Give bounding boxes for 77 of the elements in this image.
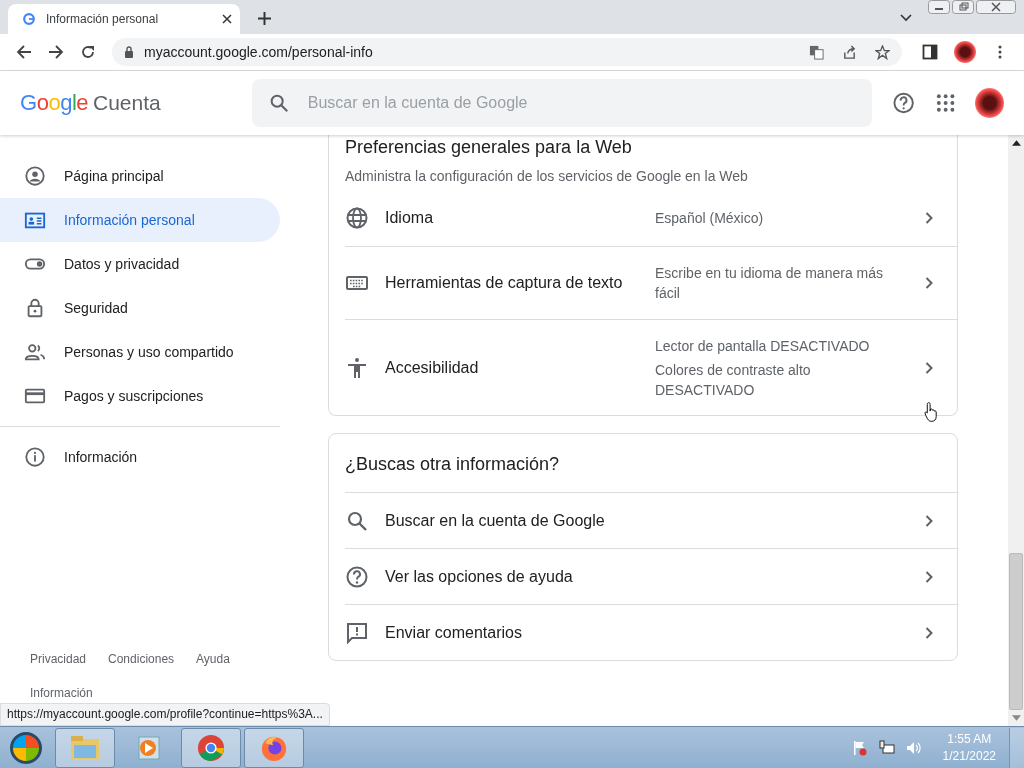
sidebar-item[interactable]: Página principal <box>0 154 280 198</box>
footer-link[interactable]: Ayuda <box>196 652 230 666</box>
address-bar[interactable]: myaccount.google.com/personal-info <box>112 38 902 66</box>
row-label: Enviar comentarios <box>385 623 523 642</box>
scroll-down-icon[interactable] <box>1011 715 1021 721</box>
row-value: Escribe en tu idioma de manera más fácil <box>655 264 884 303</box>
row-value: Español (México) <box>655 209 765 228</box>
lock-icon <box>124 46 134 58</box>
search-bar[interactable]: Buscar en la cuenta de Google <box>251 79 873 127</box>
star-icon[interactable] <box>875 44 890 60</box>
feedback-icon <box>345 620 369 645</box>
hand-cursor-icon <box>924 401 939 423</box>
flag-alert-icon[interactable] <box>851 739 868 756</box>
close-icon[interactable] <box>976 0 1016 14</box>
chevron-right-icon <box>925 514 933 527</box>
browser-tab[interactable]: Información personal <box>8 4 240 34</box>
card-title: ¿Buscas otra información? <box>345 452 561 476</box>
sidebar-item[interactable]: Seguridad <box>0 286 280 330</box>
sidebar-item[interactable]: Información personal <box>0 198 280 242</box>
help-icon[interactable] <box>892 91 916 115</box>
google-g-icon <box>22 12 36 26</box>
sidebar-item[interactable]: Pagos y suscripciones <box>0 374 280 418</box>
row-value: Lector de pantalla DESACTIVADO <box>655 336 871 356</box>
settings-row[interactable]: Idioma Español (México) <box>345 190 957 247</box>
restore-icon[interactable] <box>952 0 974 14</box>
clock-date: 1/21/2022 <box>942 747 996 765</box>
new-tab-icon[interactable] <box>258 12 271 25</box>
chrome-icon <box>196 733 226 762</box>
globe-icon <box>345 206 369 230</box>
google-logo[interactable]: Google <box>20 90 88 116</box>
account-icon <box>24 165 46 187</box>
link-row[interactable]: Buscar en la cuenta de Google <box>345 492 957 548</box>
minimize-icon[interactable] <box>928 0 950 14</box>
chevron-right-icon <box>925 626 933 639</box>
profile-avatar[interactable] <box>974 88 1004 118</box>
taskbar-button[interactable] <box>244 727 304 768</box>
scroll-up-icon[interactable] <box>1011 140 1021 146</box>
footer-link[interactable]: Privacidad <box>30 652 87 666</box>
taskbar-button[interactable] <box>181 727 241 768</box>
chevron-down-icon[interactable] <box>900 14 912 22</box>
sidebar-item[interactable]: Datos y privacidad <box>0 242 280 286</box>
row-label: Herramientas de captura de texto <box>385 274 624 292</box>
row-label: Buscar en la cuenta de Google <box>385 511 606 530</box>
close-icon[interactable] <box>222 14 232 24</box>
share-icon[interactable] <box>842 44 857 60</box>
product-name: Cuenta <box>93 91 162 115</box>
help-icon <box>345 564 369 589</box>
search-field[interactable]: Buscar en la cuenta de Google <box>305 93 857 113</box>
chevron-right-icon <box>925 361 933 374</box>
chevron-right-icon <box>925 570 933 583</box>
scrollbar-thumb[interactable] <box>1009 553 1023 710</box>
chevron-right-icon <box>925 277 933 289</box>
scrollbar[interactable] <box>1008 135 1024 726</box>
clock-time: 1:55 AM <box>947 730 992 748</box>
footer-link[interactable]: Condiciones <box>108 652 175 666</box>
card-subtitle: Administra la configuración de los servicios de Google en la Web <box>345 168 749 184</box>
people-icon <box>24 341 46 363</box>
row-label: Accesibilidad <box>385 358 480 377</box>
row-value: Colores de contraste alto DESACTIVADO <box>655 360 812 400</box>
link-row[interactable]: Enviar comentarios <box>345 604 957 660</box>
chevron-right-icon <box>925 212 933 224</box>
card-title: Preferencias generales para la Web <box>345 136 633 158</box>
sidebar-item[interactable]: Personas y uso compartido <box>0 330 280 374</box>
footer-link[interactable]: Información <box>0 686 280 700</box>
folder-icon <box>70 733 100 762</box>
status-url: https://myaccount.google.com/profile?continue=https%3A... <box>0 703 330 726</box>
link-row[interactable]: Ver las opciones de ayuda <box>345 548 957 604</box>
translate-icon[interactable] <box>809 44 824 60</box>
settings-row[interactable]: Accesibilidad Lector de pantalla DESACTIVADO Colores de contraste alto DESACTIVADO <box>345 320 957 415</box>
person-icon <box>345 355 369 380</box>
row-label: Ver las opciones de ayuda <box>385 567 574 586</box>
profile-avatar[interactable] <box>954 41 976 63</box>
info-icon <box>24 446 46 468</box>
sidebar-item[interactable]: Información <box>0 435 280 479</box>
row-label: Idioma <box>385 209 435 227</box>
network-icon[interactable] <box>878 739 895 756</box>
settings-row[interactable]: Herramientas de captura de texto Escribe en tu idioma de manera más fácil <box>345 247 957 320</box>
